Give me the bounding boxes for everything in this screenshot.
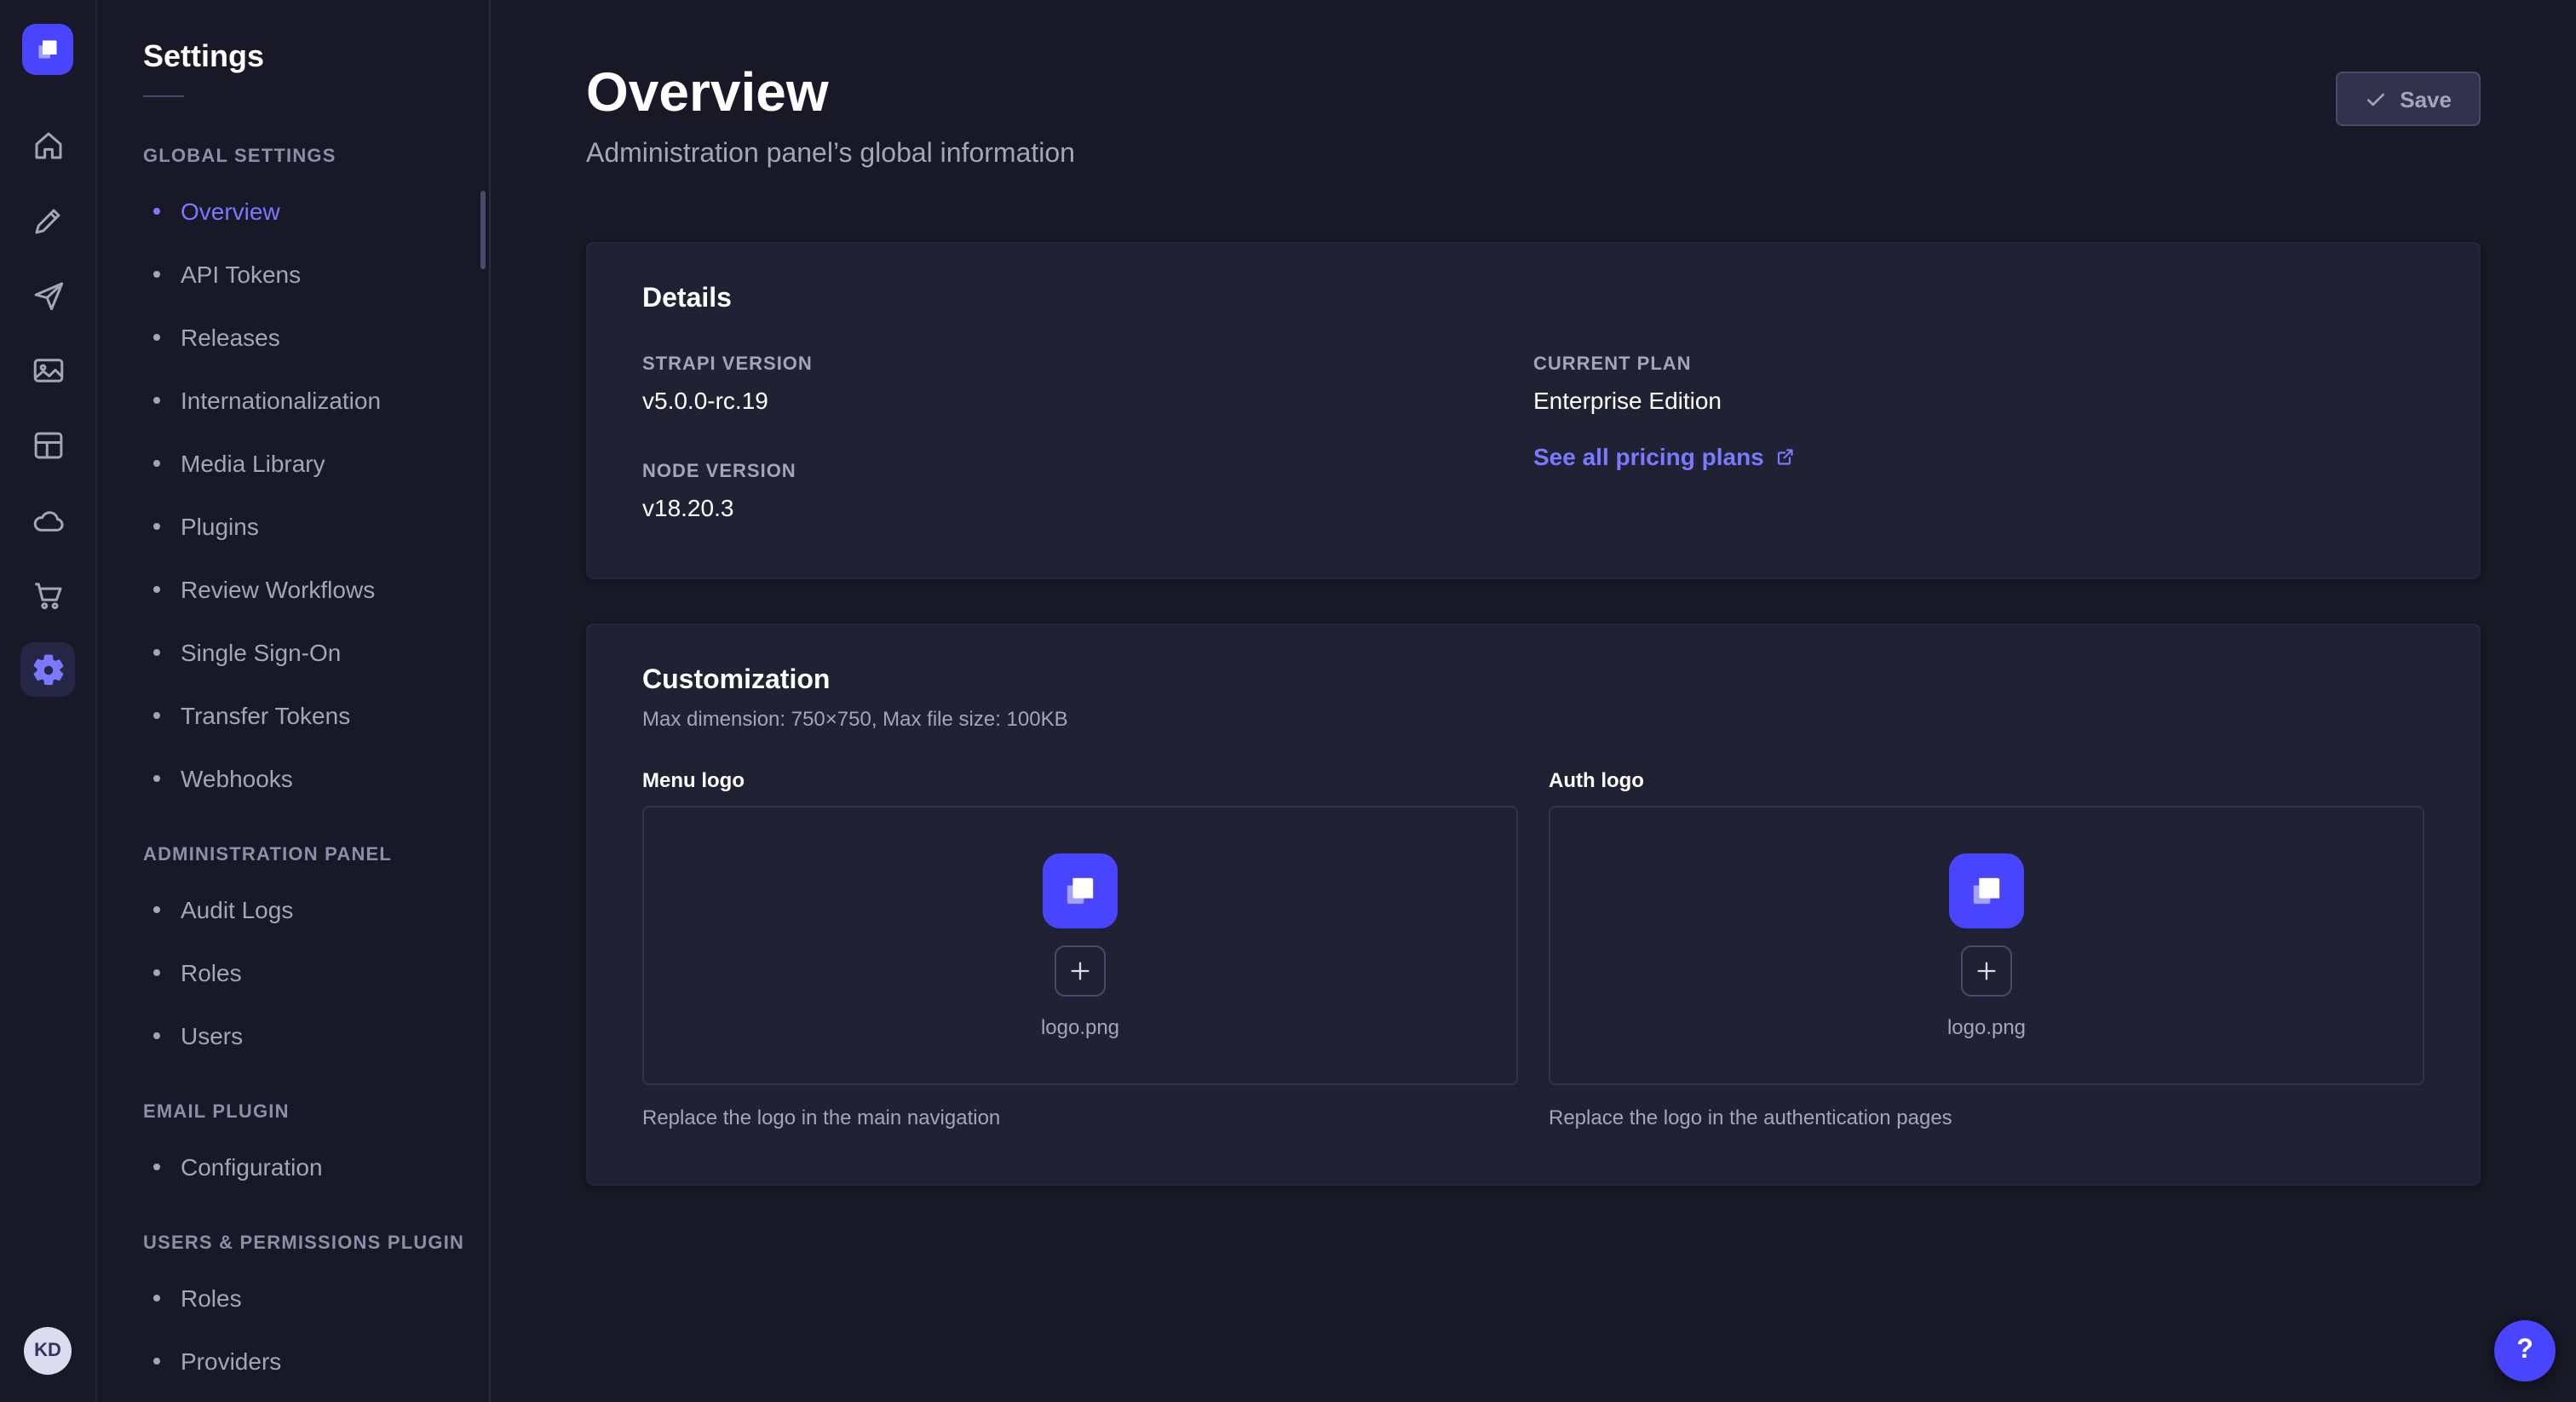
node-version-field: NODE VERSION v18.20.3 (642, 460, 1533, 523)
help-button[interactable]: ? (2494, 1320, 2556, 1382)
strapi-version-field: STRAPI VERSION v5.0.0-rc.19 (642, 353, 1533, 416)
sidebar-item-releases[interactable]: Releases (143, 305, 489, 368)
sidebar-title: Settings (143, 37, 489, 75)
node-version-label: NODE VERSION (642, 460, 1533, 484)
page-header-titles: Overview Administration panel’s global i… (586, 61, 1075, 170)
sidebar-item-admin-users[interactable]: Users (143, 1003, 489, 1066)
sidebar-item-api-tokens[interactable]: API Tokens (143, 242, 489, 305)
strapi-logo[interactable] (22, 24, 73, 75)
details-card-title: Details (642, 284, 2424, 315)
main-content: Overview Administration panel’s global i… (491, 0, 2576, 1402)
settings-sidebar: Settings GLOBAL SETTINGS Overview API To… (97, 0, 491, 1402)
current-plan-value: Enterprise Edition (1533, 385, 2424, 416)
administration-panel-list: Audit Logs Roles Users (143, 877, 489, 1066)
sidebar-item-up-roles[interactable]: Roles (143, 1266, 489, 1329)
save-button[interactable]: Save (2335, 72, 2481, 126)
menu-logo-dropzone[interactable]: logo.png (642, 806, 1518, 1085)
sidebar-item-media-library[interactable]: Media Library (143, 431, 489, 494)
section-label-administration-panel: ADMINISTRATION PANEL (143, 843, 489, 867)
sidebar-item-overview[interactable]: Overview (143, 179, 489, 242)
details-card: Details STRAPI VERSION v5.0.0-rc.19 NODE… (586, 242, 2481, 579)
auth-logo-hint: Replace the logo in the authentication p… (1549, 1106, 2424, 1129)
sidebar-item-admin-roles[interactable]: Roles (143, 940, 489, 1003)
node-version-value: v18.20.3 (642, 492, 1533, 523)
sidebar-item-review-workflows[interactable]: Review Workflows (143, 557, 489, 620)
customization-card-subtitle: Max dimension: 750×750, Max file size: 1… (642, 707, 2424, 731)
strapi-mark-icon (32, 34, 63, 65)
auth-logo-input: Auth logo logo (1549, 768, 2424, 1129)
strapi-mark-icon (1964, 868, 2009, 912)
customization-card: Customization Max dimension: 750×750, Ma… (586, 623, 2481, 1186)
page-title: Overview (586, 61, 1075, 123)
sidebar-item-up-providers[interactable]: Providers (143, 1329, 489, 1392)
releases-icon[interactable] (20, 267, 75, 322)
external-link-icon (1776, 446, 1797, 467)
rail-nav-items (20, 118, 75, 697)
sidebar-item-plugins[interactable]: Plugins (143, 494, 489, 557)
strapi-mark-icon (1058, 868, 1102, 912)
auth-logo-label: Auth logo (1549, 768, 2424, 792)
cloud-icon[interactable] (20, 492, 75, 547)
marketplace-icon[interactable] (20, 567, 75, 622)
sidebar-item-audit-logs[interactable]: Audit Logs (143, 877, 489, 940)
menu-logo-preview (1043, 853, 1118, 928)
strapi-version-value: v5.0.0-rc.19 (642, 385, 1533, 416)
strapi-version-label: STRAPI VERSION (642, 353, 1533, 376)
menu-logo-hint: Replace the logo in the main navigation (642, 1106, 1518, 1129)
global-settings-list: Overview API Tokens Releases Internation… (143, 179, 489, 809)
sidebar-title-divider (143, 95, 184, 97)
auth-logo-filename: logo.png (1947, 1014, 2026, 1038)
app-window: KD Settings GLOBAL SETTINGS Overview API… (0, 0, 2576, 1402)
menu-logo-label: Menu logo (642, 768, 1518, 792)
menu-logo-input: Menu logo logo (642, 768, 1518, 1129)
content-type-builder-icon[interactable] (20, 192, 75, 247)
page-subtitle: Administration panel’s global informatio… (586, 140, 1075, 170)
details-grid: STRAPI VERSION v5.0.0-rc.19 NODE VERSION… (642, 353, 2424, 523)
section-label-email-plugin: EMAIL PLUGIN (143, 1100, 489, 1124)
details-right-column: CURRENT PLAN Enterprise Edition See all … (1533, 353, 2424, 523)
menu-logo-add-button[interactable] (1055, 945, 1106, 996)
current-plan-label: CURRENT PLAN (1533, 353, 2424, 376)
pricing-plans-link[interactable]: See all pricing plans (1533, 443, 1797, 470)
pricing-plans-link-label: See all pricing plans (1533, 443, 1764, 470)
auth-logo-dropzone[interactable]: logo.png (1549, 806, 2424, 1085)
section-label-global-settings: GLOBAL SETTINGS (143, 145, 489, 169)
auth-logo-preview (1949, 853, 2024, 928)
plus-icon (1975, 958, 1998, 982)
page-header: Overview Administration panel’s global i… (586, 61, 2481, 170)
sidebar-item-single-sign-on[interactable]: Single Sign-On (143, 620, 489, 683)
settings-icon[interactable] (20, 642, 75, 697)
user-avatar[interactable]: KD (24, 1327, 72, 1375)
section-label-users-permissions-plugin: USERS & PERMISSIONS PLUGIN (143, 1232, 489, 1255)
sidebar-item-internationalization[interactable]: Internationalization (143, 368, 489, 431)
details-left-column: STRAPI VERSION v5.0.0-rc.19 NODE VERSION… (642, 353, 1533, 523)
customization-card-title: Customization (642, 666, 2424, 697)
save-button-label: Save (2400, 86, 2452, 112)
email-plugin-list: Configuration (143, 1135, 489, 1198)
plus-icon (1068, 958, 1092, 982)
check-icon (2364, 88, 2386, 110)
home-icon[interactable] (20, 118, 75, 172)
users-permissions-list: Roles Providers (143, 1266, 489, 1392)
menu-logo-filename: logo.png (1041, 1014, 1119, 1038)
logos-row: Menu logo logo (642, 768, 2424, 1129)
sidebar-scrollbar-thumb[interactable] (480, 191, 486, 269)
sidebar-item-email-configuration[interactable]: Configuration (143, 1135, 489, 1198)
sidebar-item-webhooks[interactable]: Webhooks (143, 746, 489, 809)
sidebar-item-transfer-tokens[interactable]: Transfer Tokens (143, 683, 489, 746)
media-library-icon[interactable] (20, 342, 75, 397)
content-manager-icon[interactable] (20, 417, 75, 472)
main-nav-rail: KD (0, 0, 97, 1402)
current-plan-field: CURRENT PLAN Enterprise Edition (1533, 353, 2424, 416)
auth-logo-add-button[interactable] (1961, 945, 2012, 996)
